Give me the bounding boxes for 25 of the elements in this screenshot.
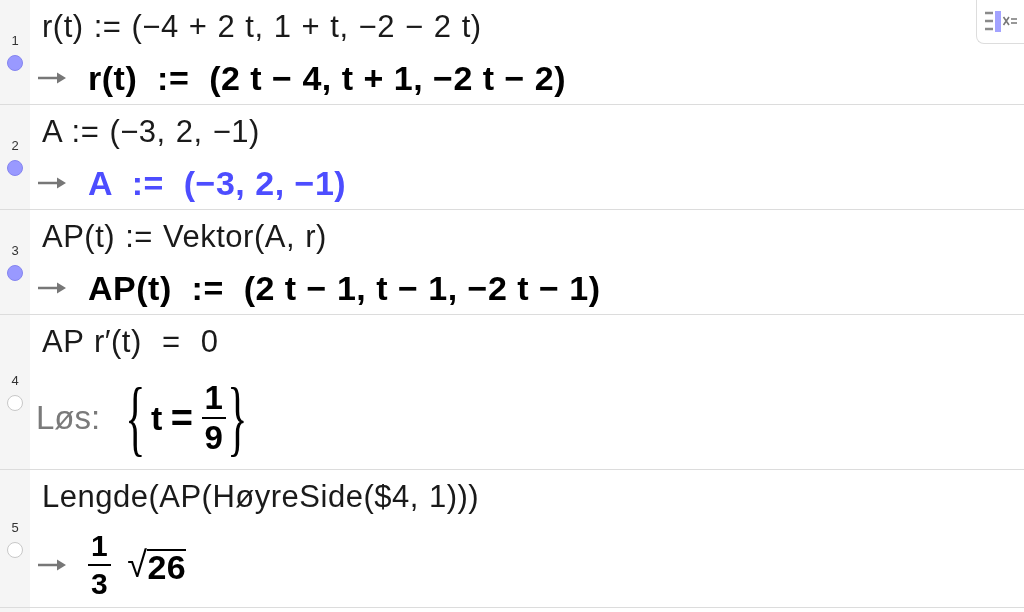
cas-input[interactable]: AP r′(t) = 0 (42, 319, 219, 365)
cas-input[interactable]: A := (−3, 2, −1) (42, 109, 260, 155)
row-number: 1 (11, 33, 19, 49)
row-number: 4 (11, 373, 19, 389)
visibility-dot-icon[interactable] (7, 541, 23, 558)
cas-output: AP(t) := (2 t − 1, t − 1, −2 t − 1) (88, 268, 601, 308)
arrow-icon (38, 281, 66, 295)
visibility-dot-icon[interactable] (7, 265, 23, 281)
cas-input[interactable]: r(t) := (−4 + 2 t, 1 + t, −2 − 2 t) (42, 4, 482, 50)
cas-output: A := (−3, 2, −1) (88, 163, 347, 203)
arrow-icon (38, 557, 66, 572)
row-number: 5 (11, 519, 19, 536)
cas-input[interactable]: Lengde(AP(HøyreSide($4, 1))) (42, 474, 480, 520)
row-number: 3 (11, 243, 19, 259)
row-number: 2 (11, 138, 19, 154)
arrow-icon (38, 176, 66, 190)
solve-label: Løs: (36, 399, 101, 437)
cas-output: r(t) := (2 t − 4, t + 1, −2 t − 2) (88, 58, 567, 98)
visibility-dot-icon[interactable] (7, 395, 23, 411)
cas-input[interactable]: AP(t) := Vektor(A, r) (42, 214, 327, 260)
visibility-dot-icon[interactable] (7, 55, 23, 71)
visibility-dot-icon[interactable] (7, 160, 23, 176)
list-formula-icon (983, 10, 1018, 33)
description-mode-button[interactable] (976, 0, 1024, 44)
arrow-icon (38, 71, 66, 85)
